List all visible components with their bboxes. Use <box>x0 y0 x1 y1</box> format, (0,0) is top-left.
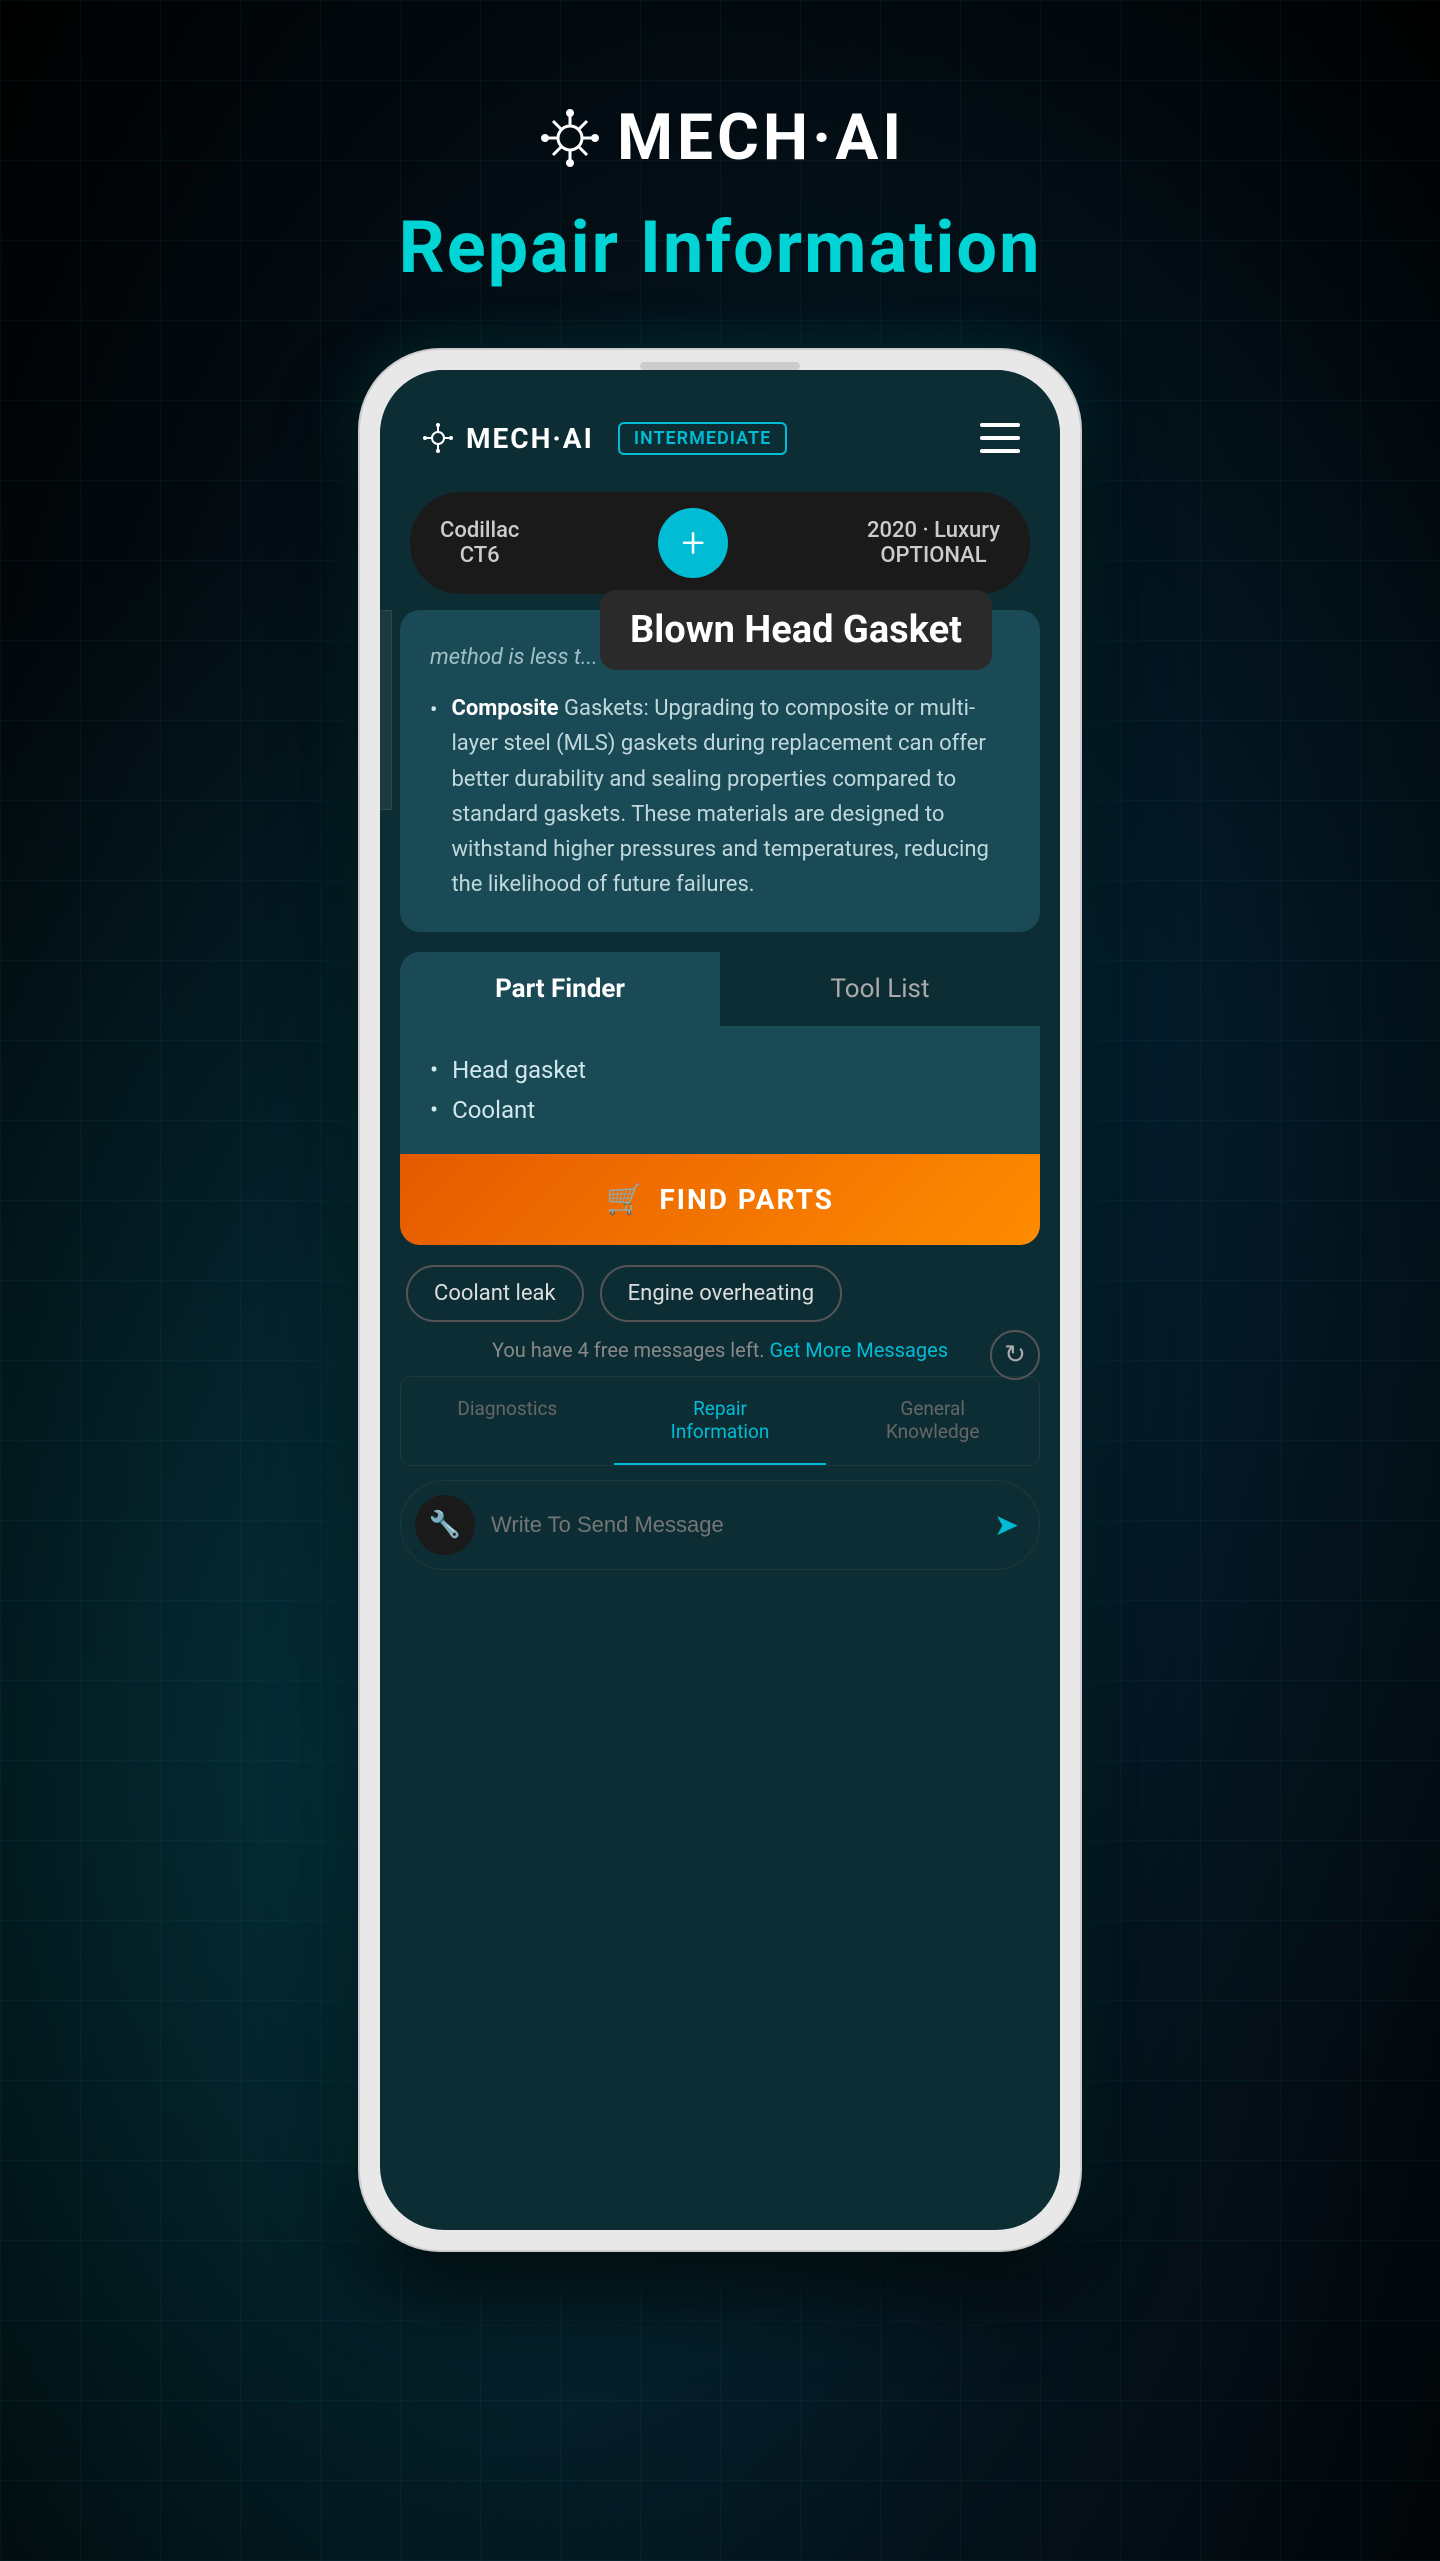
send-button[interactable]: ➤ <box>994 1508 1019 1543</box>
free-messages-text: You have 4 free messages left. <box>492 1338 765 1362</box>
vehicle-make: Codillac <box>440 518 519 543</box>
bullet-content: Composite Gaskets: Upgrading to composit… <box>451 691 1010 902</box>
blown-head-gasket-tooltip: Blown Head Gasket <box>600 590 992 670</box>
tab-part-finder[interactable]: Part Finder <box>400 952 720 1026</box>
vehicle-right-info: 2020 · Luxury OPTIONAL <box>867 518 1000 568</box>
parts-list: • Head gasket • Coolant <box>400 1026 1040 1154</box>
cart-icon: 🛒 <box>606 1182 643 1217</box>
refresh-button[interactable]: ↻ <box>990 1330 1040 1380</box>
tooltip-text: Blown Head Gasket <box>630 608 962 652</box>
app-header: MECH·AI INTERMEDIATE <box>380 370 1060 476</box>
brand-name: MECH·AI <box>617 100 905 175</box>
nav-general-knowledge[interactable]: GeneralKnowledge <box>826 1377 1039 1465</box>
app-logo-text: MECH·AI <box>466 422 594 455</box>
bullet-label-rest: Gaskets: <box>559 696 649 721</box>
vehicle-selector[interactable]: Codillac CT6 + 2020 · Luxury OPTIONAL <box>410 492 1030 594</box>
obd-icon: 🔧 <box>415 1495 475 1555</box>
bullet-item-composite: • Composite Gaskets: Upgrading to compos… <box>430 691 1010 902</box>
free-messages-info: You have 4 free messages left. Get More … <box>420 1338 1020 1362</box>
part-coolant: Coolant <box>452 1096 535 1124</box>
part-dot: • <box>430 1096 438 1124</box>
phone-notch <box>640 362 800 370</box>
app-badge: INTERMEDIATE <box>618 422 787 455</box>
bullet-body: Upgrading to composite or multi-layer st… <box>451 696 988 897</box>
message-input-area: 🔧 ➤ <box>400 1480 1040 1570</box>
message-input[interactable] <box>491 1512 978 1538</box>
vehicle-left-info: Codillac CT6 <box>440 518 519 568</box>
mech-ai-logo-icon <box>535 103 605 173</box>
vehicle-trim: OPTIONAL <box>867 543 1000 568</box>
phone-frame: MECH·AI INTERMEDIATE Codillac CT6 <box>360 350 1080 2250</box>
quick-chips: Coolant leak Engine overheating <box>400 1265 1040 1322</box>
clear-chat-button[interactable]: Clear Chat <box>380 610 392 810</box>
bullet-dot: • <box>430 693 437 902</box>
chip-coolant-leak[interactable]: Coolant leak <box>406 1265 584 1322</box>
hamburger-menu-button[interactable] <box>980 423 1020 453</box>
bottom-nav: Diagnostics RepairInformation GeneralKno… <box>400 1376 1040 1466</box>
part-finder-card: Part Finder Tool List • Head gasket • Co… <box>400 952 1040 1245</box>
chip-engine-overheating[interactable]: Engine overheating <box>600 1265 842 1322</box>
part-head-gasket: Head gasket <box>452 1056 586 1084</box>
list-item: • Coolant <box>430 1090 1010 1130</box>
bold-composite: Composite <box>451 696 558 721</box>
nav-repair-information[interactable]: RepairInformation <box>614 1377 827 1465</box>
phone-screen: MECH·AI INTERMEDIATE Codillac CT6 <box>380 370 1060 2230</box>
brand-logo: MECH·AI <box>535 100 905 175</box>
find-parts-label: FIND PARTS <box>659 1183 834 1216</box>
vehicle-model: CT6 <box>440 543 519 568</box>
get-more-messages-link[interactable]: Get More Messages <box>770 1338 949 1362</box>
nav-general-label: GeneralKnowledge <box>886 1397 979 1443</box>
app-logo: MECH·AI INTERMEDIATE <box>420 420 787 456</box>
phone-mockup: MECH·AI INTERMEDIATE Codillac CT6 <box>360 350 1080 2250</box>
free-messages-row: You have 4 free messages left. Get More … <box>400 1338 1040 1362</box>
page-title: Repair Information <box>399 205 1042 290</box>
part-finder-tabs: Part Finder Tool List <box>400 952 1040 1026</box>
list-item: • Head gasket <box>430 1050 1010 1090</box>
app-logo-icon <box>420 420 456 456</box>
tab-tool-list[interactable]: Tool List <box>720 952 1040 1026</box>
nav-diagnostics[interactable]: Diagnostics <box>401 1377 614 1465</box>
nav-repair-label: RepairInformation <box>671 1397 770 1443</box>
add-vehicle-button[interactable]: + <box>658 508 728 578</box>
vehicle-year: 2020 · Luxury <box>867 518 1000 543</box>
find-parts-button[interactable]: 🛒 FIND PARTS <box>400 1154 1040 1245</box>
part-dot: • <box>430 1056 438 1084</box>
